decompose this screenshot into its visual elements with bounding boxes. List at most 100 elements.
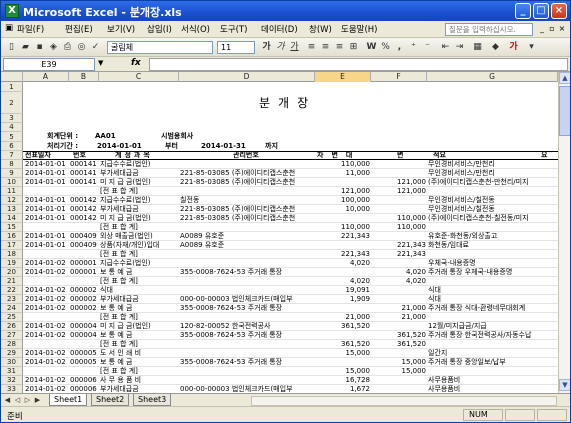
row-header[interactable]: 29 xyxy=(1,349,23,358)
cell-number[interactable]: 000002 xyxy=(70,295,99,304)
row-header[interactable]: 15 xyxy=(1,223,23,232)
cell-memo[interactable]: 무인경비서비스/칠전동 xyxy=(428,196,558,205)
row-header[interactable]: 11 xyxy=(1,187,23,196)
maximize-button[interactable]: □ xyxy=(533,3,549,19)
cell-account[interactable]: 미 지 급 금(법인) xyxy=(100,322,179,331)
sheet-tab-3[interactable]: Sheet3 xyxy=(133,394,172,406)
cell-debit[interactable]: 16,728 xyxy=(316,376,371,385)
row-header[interactable]: 14 xyxy=(1,214,23,223)
cell-memo[interactable]: 식대 xyxy=(428,286,558,295)
insert-function-icon[interactable]: fx xyxy=(131,58,141,68)
cell-date[interactable]: 2014-01-02 xyxy=(25,385,69,393)
cell-number[interactable]: 000002 xyxy=(70,304,99,313)
cell-memo[interactable]: 주거래 통장 식대-환령네무대회계 xyxy=(428,304,558,313)
row-header[interactable]: 13 xyxy=(1,205,23,214)
font-size-select[interactable]: 11 xyxy=(217,41,255,54)
cell-date[interactable]: 2014-01-01 xyxy=(25,241,69,250)
cell-credit[interactable]: 221,343 xyxy=(372,241,426,250)
row-header[interactable]: 33 xyxy=(1,385,23,393)
sheet-tab-1[interactable]: Sheet1 xyxy=(49,394,88,406)
cell-account[interactable]: 도 서 인 쇄 비 xyxy=(100,349,179,358)
column-header-g[interactable]: G xyxy=(427,72,558,82)
cell-account[interactable]: 지급수수료(법인) xyxy=(100,160,179,169)
cell-number[interactable]: 000005 xyxy=(70,358,99,367)
row-header[interactable]: 30 xyxy=(1,358,23,367)
decrease-indent-icon[interactable]: ⇤ xyxy=(439,41,452,54)
cell-account[interactable]: 지급수수료(법인) xyxy=(100,259,179,268)
menu-tools[interactable]: 도구(T) xyxy=(220,23,247,35)
align-right-icon[interactable]: ≡ xyxy=(333,41,346,54)
column-header-f[interactable]: F xyxy=(371,72,427,82)
row-header[interactable]: 25 xyxy=(1,313,23,322)
cell-memo[interactable]: 주거래 통장 우체국-내용증명 xyxy=(428,268,558,277)
menu-insert[interactable]: 삽입(I) xyxy=(147,23,172,35)
cell-date[interactable]: 2014-01-02 xyxy=(25,268,69,277)
cell-mgmt-no[interactable]: 355-0008-7624-53 주거래 통장 xyxy=(180,304,315,313)
cell-mgmt-no[interactable]: A0089 유호준 xyxy=(180,232,315,241)
cell-credit[interactable]: 110,000 xyxy=(372,223,426,232)
cell-debit[interactable]: 15,000 xyxy=(316,349,371,358)
cell-debit[interactable]: 361,520 xyxy=(316,322,370,331)
cell-number[interactable]: 000141 xyxy=(70,160,99,169)
select-all-corner[interactable] xyxy=(1,72,23,82)
cell-date[interactable]: 2014-01-01 xyxy=(25,160,69,169)
doc-close-icon[interactable]: × xyxy=(557,24,567,34)
font-color-button[interactable]: 가 xyxy=(507,41,520,54)
cell-memo[interactable]: 사무용품비 xyxy=(428,376,558,385)
menu-view[interactable]: 보기(V) xyxy=(107,23,135,35)
cell-credit[interactable]: 121,000 xyxy=(372,178,426,187)
cell-mgmt-no[interactable]: 355-0008-7624-53 주거래 통장 xyxy=(180,268,315,277)
increase-indent-icon[interactable]: ⇥ xyxy=(453,41,466,54)
cell-date[interactable]: 2014-01-02 xyxy=(25,358,69,367)
new-file-icon[interactable]: ▯ xyxy=(5,41,18,54)
cell-date[interactable]: 2014-01-01 xyxy=(25,178,69,187)
doc-restore-icon[interactable]: ▫ xyxy=(547,24,557,34)
name-box-dropdown-icon[interactable]: ▼ xyxy=(98,59,103,67)
cell-mgmt-no[interactable]: 221-85-03085 (주)에이디티캡스춘천 xyxy=(180,178,315,187)
cell-mgmt-no[interactable]: A0089 유호준 xyxy=(180,241,315,250)
row-header[interactable]: 27 xyxy=(1,331,23,340)
cell-account[interactable]: 부가세대급금 xyxy=(100,205,179,214)
horizontal-scrollbar[interactable] xyxy=(251,396,557,406)
ask-question-input[interactable]: 질문을 입력하십시오. xyxy=(445,23,533,36)
cell-account[interactable]: 외상 매출금(법인) xyxy=(100,232,179,241)
cell-memo[interactable]: 식대 xyxy=(428,295,558,304)
borders-icon[interactable]: ▦ xyxy=(471,41,484,54)
cell-date[interactable]: 2014-01-01 xyxy=(25,232,69,241)
cell-credit[interactable]: 121,000 xyxy=(372,187,426,196)
cell-date[interactable]: 2014-01-01 xyxy=(25,214,69,223)
column-header-e[interactable]: E xyxy=(315,72,371,82)
cell-account[interactable]: 지급수수료(법인) xyxy=(100,196,179,205)
cell-debit[interactable]: 361,520 xyxy=(316,340,370,349)
row-header[interactable]: 3 xyxy=(1,114,23,123)
cell-credit[interactable]: 361,520 xyxy=(372,331,426,340)
cell-debit[interactable]: 110,000 xyxy=(316,223,370,232)
cell-debit[interactable]: 19,091 xyxy=(316,286,371,295)
cell-date[interactable]: 2014-01-01 xyxy=(25,169,69,178)
row-header[interactable]: 26 xyxy=(1,322,23,331)
doc-minimize-icon[interactable]: _ xyxy=(537,24,547,34)
cell-account[interactable]: 부가세대급금 xyxy=(100,295,179,304)
align-left-icon[interactable]: ≡ xyxy=(305,41,318,54)
decrease-decimal-icon[interactable]: ⁻ xyxy=(421,41,434,54)
row-header[interactable]: 32 xyxy=(1,376,23,385)
cell-number[interactable]: 000141 xyxy=(70,169,99,178)
cell-mgmt-no[interactable]: 120-82-00052 한국전력공사 xyxy=(180,322,315,331)
name-box[interactable]: E39 xyxy=(3,58,95,71)
cell-date[interactable]: 2014-01-02 xyxy=(25,259,69,268)
row-header[interactable]: 31 xyxy=(1,367,23,376)
save-icon[interactable]: ▪ xyxy=(33,41,46,54)
vertical-scrollbar[interactable]: ▲ ▼ xyxy=(558,72,570,393)
cell-credit[interactable]: 21,000 xyxy=(372,313,427,322)
cell-memo[interactable]: 주거래 통장 중앙일보/납부 xyxy=(428,358,558,367)
excel-app-icon[interactable]: X xyxy=(5,4,19,18)
row-header[interactable]: 7 xyxy=(1,151,23,160)
prev-sheet-icon[interactable]: ◁ xyxy=(13,396,22,405)
column-header-b[interactable]: B xyxy=(69,72,99,82)
row-header[interactable]: 5 xyxy=(1,132,23,142)
open-icon[interactable]: ▰ xyxy=(19,41,32,54)
cell-debit[interactable]: 100,000 xyxy=(316,196,370,205)
cell-mgmt-no[interactable]: 칠전동 xyxy=(180,196,315,205)
cell-debit[interactable]: 1,909 xyxy=(316,295,370,304)
row-header[interactable]: 16 xyxy=(1,232,23,241)
